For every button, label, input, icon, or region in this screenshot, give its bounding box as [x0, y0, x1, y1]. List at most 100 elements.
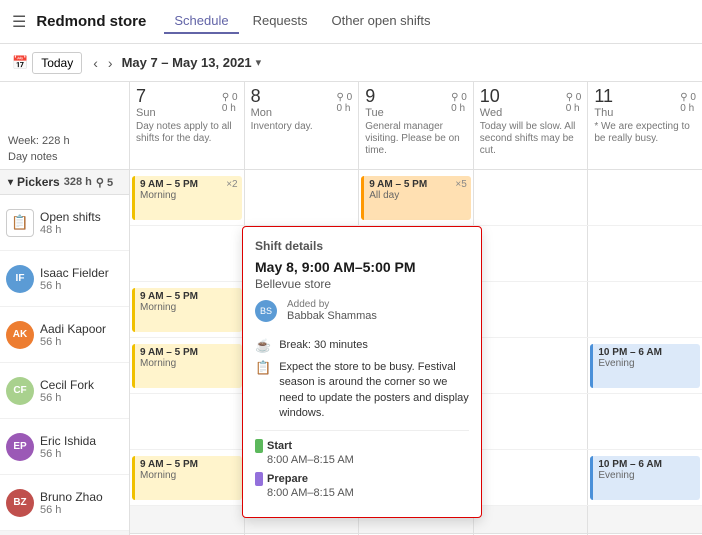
tab-other-open-shifts[interactable]: Other open shifts	[322, 9, 441, 34]
open-shifts-row: 📋 Open shifts 48 h	[0, 195, 129, 251]
day-note-7: Day notes apply to all shifts for the da…	[136, 121, 238, 145]
avatar-eric: EP	[6, 433, 34, 461]
pickers-label: Pickers	[17, 175, 60, 189]
popup-segment-start: Start 8:00 AM–8:15 AM	[255, 439, 469, 466]
tab-requests[interactable]: Requests	[243, 9, 318, 34]
person-info-isaac: Isaac Fielder 56 h	[40, 266, 109, 292]
isaac-cell-0	[130, 226, 245, 281]
shift-label: Morning	[140, 190, 237, 201]
day-meta-9: ⚲ 00 h	[451, 92, 467, 114]
next-arrow[interactable]: ›	[103, 53, 118, 73]
day-col-8: 8 Mon ⚲ 00 h Inventory day.	[245, 82, 360, 169]
aadi-label-sun: Morning	[140, 302, 237, 313]
person-row-cecil: CF Cecil Fork 56 h	[0, 363, 129, 419]
open-shift-cell-2: 9 AM – 5 PM ×5 All day	[359, 170, 474, 225]
cal-content: 7 Sun ⚲ 00 h Day notes apply to all shif…	[130, 82, 702, 535]
popup-break-row: ☕ Break: 30 minutes	[255, 338, 469, 354]
break-icon: ☕	[255, 338, 271, 354]
aadi-cell-3	[474, 282, 589, 337]
popup-note-text: Expect the store to be busy. Festival se…	[279, 360, 469, 422]
cecil-label-thu: Evening	[598, 358, 695, 369]
tab-schedule[interactable]: Schedule	[164, 9, 238, 34]
date-range[interactable]: May 7 – May 13, 2021	[122, 55, 252, 70]
segment-dot-prepare	[255, 472, 263, 486]
day-note-10: Today will be slow. All second shifts ma…	[480, 121, 582, 157]
top-nav: ☰ Redmond store Schedule Requests Other …	[0, 0, 702, 44]
day-name-7: Sun	[136, 107, 156, 119]
today-button[interactable]: Today	[32, 52, 82, 74]
person-info-cecil: Cecil Fork 56 h	[40, 378, 94, 404]
avatar-bruno: BZ	[6, 489, 34, 517]
avatar-isaac: IF	[6, 265, 34, 293]
sidebar-header: Week: 228 h Day notes	[0, 82, 129, 170]
day-note-8: Inventory day.	[251, 121, 353, 133]
person-row-bruno: BZ Bruno Zhao 56 h	[0, 475, 129, 531]
runners-section-header[interactable]: ▾ Runners 106 h	[0, 531, 129, 535]
segment-start-time: 8:00 AM–8:15 AM	[267, 454, 469, 466]
day-col-7: 7 Sun ⚲ 00 h Day notes apply to all shif…	[130, 82, 245, 169]
cecil-time-thu: 10 PM – 6 AM	[598, 347, 662, 358]
aadi-time-sun: 9 AM – 5 PM	[140, 291, 198, 302]
day-col-10: 10 Wed ⚲ 00 h Today will be slow. All se…	[474, 82, 589, 169]
person-hours-aadi: 56 h	[40, 336, 106, 348]
main-grid: Week: 228 h Day notes ▾ Pickers 328 h ⚲ …	[0, 82, 702, 535]
person-info-aadi: Aadi Kapoor 56 h	[40, 322, 106, 348]
cecil-time-sun: 9 AM – 5 PM	[140, 347, 198, 358]
week-hours: Week: 228 h	[8, 135, 121, 147]
person-info-eric: Eric Ishida 56 h	[40, 434, 96, 460]
chevron-down-icon[interactable]: ▾	[256, 56, 262, 69]
cecil-cell-4: 10 PM – 6 AM Evening	[588, 338, 702, 393]
person-row-eric: EP Eric Ishida 56 h	[0, 419, 129, 475]
open-shifts-label: Open shifts	[40, 210, 101, 224]
popup-added-row: BS Added by Babbak Shammas	[255, 299, 469, 330]
popup-title: Shift details	[255, 239, 469, 253]
bruno-shift-thu[interactable]: 10 PM – 6 AM Evening	[590, 456, 700, 500]
bruno-shift-sun[interactable]: 9 AM – 5 PM Morning	[132, 456, 242, 500]
pickers-hours: 328 h	[64, 176, 92, 188]
shift-label-tue: All day	[369, 190, 466, 201]
person-name-cecil: Cecil Fork	[40, 378, 94, 392]
day-headers: 7 Sun ⚲ 00 h Day notes apply to all shif…	[130, 82, 702, 170]
pickers-badge: ⚲ 5	[96, 176, 113, 189]
day-notes-label: Day notes	[8, 151, 121, 163]
cecil-cell-0: 9 AM – 5 PM Morning	[130, 338, 245, 393]
bruno-label-sun: Morning	[140, 470, 237, 481]
segment-prepare-label: Prepare	[267, 473, 308, 485]
open-shift-block-tue[interactable]: 9 AM – 5 PM ×5 All day	[361, 176, 471, 220]
day-number-10: 10	[480, 86, 500, 106]
person-hours-eric: 56 h	[40, 448, 96, 460]
store-name: Redmond store	[36, 13, 146, 30]
prev-arrow[interactable]: ‹	[88, 53, 103, 73]
person-info-bruno: Bruno Zhao 56 h	[40, 490, 103, 516]
hamburger-icon[interactable]: ☰	[12, 12, 26, 32]
person-row-aadi: AK Aadi Kapoor 56 h	[0, 307, 129, 363]
cecil-shift-sun[interactable]: 9 AM – 5 PM Morning	[132, 344, 242, 388]
person-name-isaac: Isaac Fielder	[40, 266, 109, 280]
person-name-eric: Eric Ishida	[40, 434, 96, 448]
isaac-cell-3	[474, 226, 589, 281]
added-by-label: Added by	[287, 299, 377, 310]
cecil-shift-thu[interactable]: 10 PM – 6 AM Evening	[590, 344, 700, 388]
day-name-11: Thu	[594, 107, 613, 119]
open-shifts-hours: 48 h	[40, 224, 101, 236]
open-shift-block-sun[interactable]: 9 AM – 5 PM ×2 Morning	[132, 176, 242, 220]
cecil-cell-3	[474, 338, 589, 393]
cecil-label-sun: Morning	[140, 358, 237, 369]
bruno-label-thu: Evening	[598, 470, 695, 481]
avatar-cecil: CF	[6, 377, 34, 405]
open-shift-cell-0: 9 AM – 5 PM ×2 Morning	[130, 170, 245, 225]
avatar-aadi: AK	[6, 321, 34, 349]
eric-cell-3	[474, 394, 589, 449]
popup-store: Bellevue store	[255, 277, 469, 291]
day-meta-11: ⚲ 00 h	[680, 92, 696, 114]
person-hours-cecil: 56 h	[40, 392, 94, 404]
eric-cell-0	[130, 394, 245, 449]
day-note-9: General manager visiting. Please be on t…	[365, 121, 467, 157]
person-name-bruno: Bruno Zhao	[40, 490, 103, 504]
day-number-11: 11	[594, 86, 613, 106]
day-col-9: 9 Tue ⚲ 00 h General manager visiting. P…	[359, 82, 474, 169]
person-hours-isaac: 56 h	[40, 280, 109, 292]
pickers-section-header[interactable]: ▾ Pickers 328 h ⚲ 5	[0, 170, 129, 195]
aadi-shift-sun[interactable]: 9 AM – 5 PM Morning	[132, 288, 242, 332]
open-shift-cell-1	[245, 170, 360, 225]
